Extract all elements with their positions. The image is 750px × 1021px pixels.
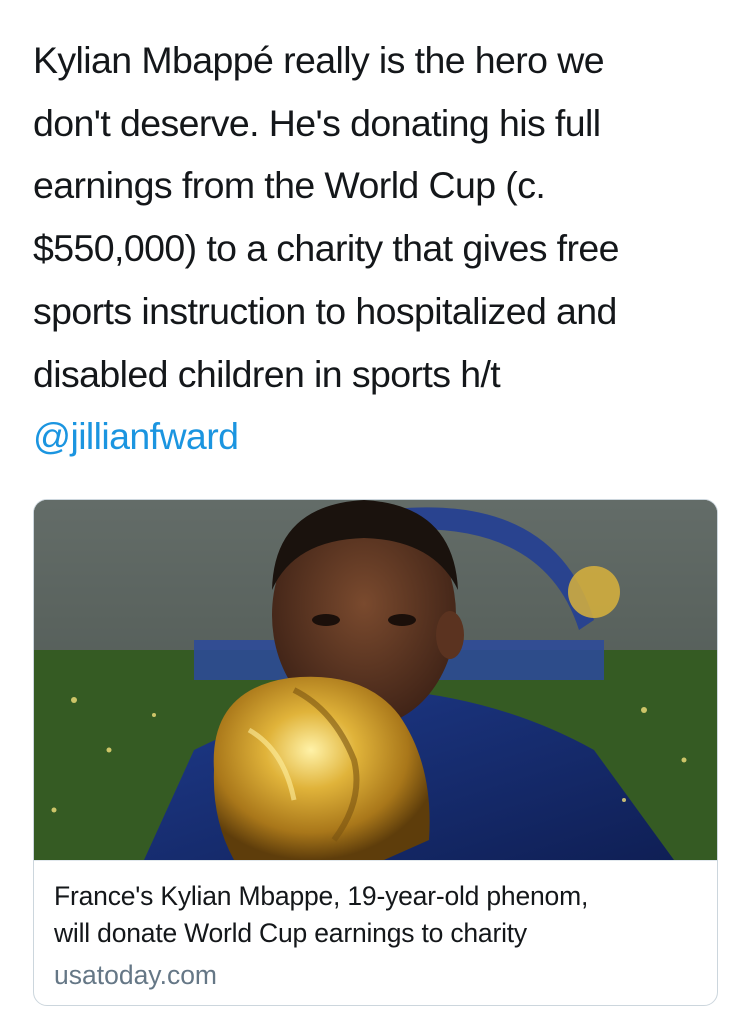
tweet-text-line: $550,000) to a charity that gives free	[33, 227, 620, 270]
tweet-text-line: don't deserve. He's donating his full	[33, 101, 601, 144]
card-photo	[34, 500, 717, 860]
tweet-text: Kylian Mbappé really is the hero we don'…	[33, 29, 723, 468]
card-domain: usatoday.com	[54, 960, 218, 990]
card-title-line: France's Kylian Mbappe, 19-year-old phen…	[54, 881, 589, 911]
tweet-text-line: sports instruction to hospitalized and	[33, 289, 617, 332]
card-body[interactable]: France's Kylian Mbappe, 19-year-old phen…	[34, 860, 717, 1005]
tweet-text-line: earnings from the World Cup (c.	[33, 164, 546, 207]
tweet-text-line: disabled children in sports h/t	[33, 352, 501, 395]
card-title-line: will donate World Cup earnings to charit…	[54, 918, 527, 948]
card-title: France's Kylian Mbappe, 19-year-old phen…	[54, 878, 697, 952]
card-image[interactable]	[34, 500, 717, 860]
mention-link[interactable]: @jillianfward	[33, 415, 239, 457]
link-preview-card[interactable]: France's Kylian Mbappe, 19-year-old phen…	[33, 499, 718, 1006]
tweet-text-line: Kylian Mbappé really is the hero we	[33, 39, 605, 81]
